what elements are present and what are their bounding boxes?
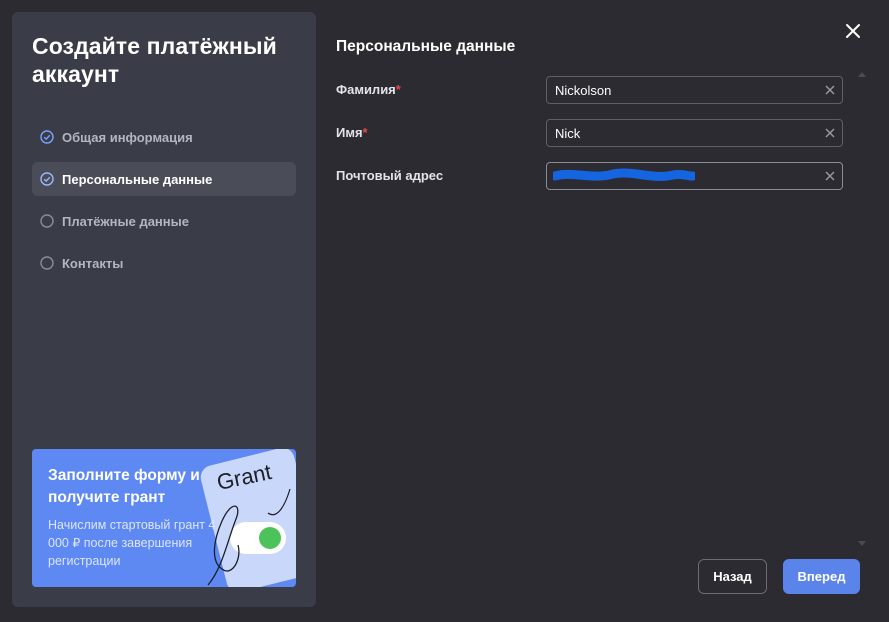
step-general-info[interactable]: Общая информация xyxy=(32,120,296,154)
step-personal-data[interactable]: Персональные данные xyxy=(32,162,296,196)
empty-circle-icon xyxy=(40,256,54,270)
email-row: Почтовый адрес xyxy=(336,162,843,190)
left-panel: Создайте платёжный аккаунт Общая информа… xyxy=(12,12,316,607)
steps-list: Общая информация Персональные данные Пла… xyxy=(32,120,296,288)
last-name-row: Фамилия* xyxy=(336,76,843,104)
step-label: Общая информация xyxy=(62,129,193,145)
first-name-label: Имя* xyxy=(336,125,368,140)
first-name-input[interactable] xyxy=(555,120,815,146)
clear-icon[interactable] xyxy=(824,84,836,96)
last-name-label: Фамилия* xyxy=(336,82,401,97)
scroll-up-arrow-icon[interactable] xyxy=(858,71,866,77)
step-label: Контакты xyxy=(62,255,124,271)
redaction-scribble xyxy=(553,168,695,181)
promo-title: Заполните форму и получите грант xyxy=(48,467,200,506)
grant-promo-banner: Grant Заполните форму и получите грант Н… xyxy=(32,449,296,587)
clear-icon[interactable] xyxy=(824,127,836,139)
promo-text: Начислим стартовый грант 4 000 ₽ после з… xyxy=(48,518,216,568)
last-name-field[interactable] xyxy=(546,76,843,104)
email-label: Почтовый адрес xyxy=(336,168,444,183)
scroll-down-arrow-icon[interactable] xyxy=(858,541,866,547)
back-button[interactable]: Назад xyxy=(698,559,767,594)
first-name-row: Имя* xyxy=(336,119,843,147)
email-field[interactable] xyxy=(546,162,843,190)
first-name-field[interactable] xyxy=(546,119,843,147)
last-name-input[interactable] xyxy=(555,77,815,103)
empty-circle-icon xyxy=(40,214,54,228)
clear-icon[interactable] xyxy=(824,170,836,182)
check-circle-icon xyxy=(40,172,54,186)
close-icon[interactable] xyxy=(842,20,864,42)
section-title: Персональные данные xyxy=(336,38,516,55)
step-payment-data[interactable]: Платёжные данные xyxy=(32,204,296,238)
step-label: Персональные данные xyxy=(62,171,213,187)
check-circle-icon xyxy=(40,130,54,144)
next-button[interactable]: Вперед xyxy=(783,559,860,594)
dialog-title: Создайте платёжный аккаунт xyxy=(32,33,277,87)
step-label: Платёжные данные xyxy=(62,213,189,229)
step-contacts[interactable]: Контакты xyxy=(32,246,296,280)
